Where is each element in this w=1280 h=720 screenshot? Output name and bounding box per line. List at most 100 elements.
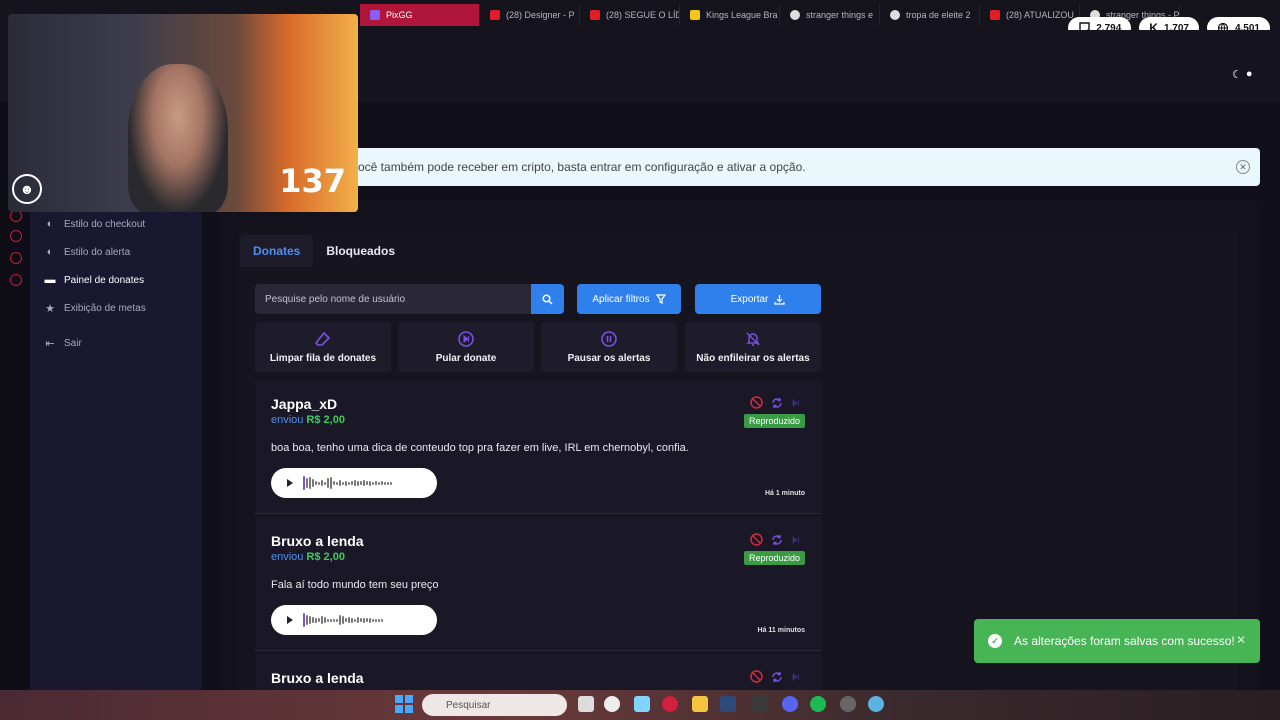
export-button[interactable]: Exportar (695, 284, 821, 314)
action-label: Limpar fila de donates (269, 352, 377, 364)
close-icon[interactable]: ✕ (1236, 160, 1250, 174)
rail-home-icon[interactable] (10, 252, 22, 264)
tab-strip: PixGG (28) Designer - P (28) SEGUE O LÍD… (360, 4, 1180, 26)
tab-title: stranger things e (806, 10, 874, 20)
clear-queue-button[interactable]: Limpar fila de donates (255, 322, 391, 372)
donate-sent: enviou R$ 2,00 (271, 551, 345, 563)
donor-name: Bruxo a lenda (271, 533, 364, 549)
apply-filters-button[interactable]: Aplicar filtros (577, 284, 681, 314)
browser-tab[interactable]: (28) SEGUE O LÍD (580, 4, 680, 26)
sidebar-item-alert-style[interactable]: ◐ Estilo do alerta (44, 246, 130, 258)
block-icon[interactable] (750, 396, 763, 409)
palette-icon: ◐ (46, 246, 54, 258)
folder-icon[interactable] (692, 696, 708, 712)
bell-off-icon (746, 331, 760, 346)
settings-icon[interactable] (840, 696, 856, 712)
browser-tab[interactable]: tropa de eleite 2 (880, 4, 980, 26)
sidebar-item-checkout-style[interactable]: ◐ Estilo do checkout (44, 218, 146, 230)
windows-start-icon[interactable] (395, 695, 413, 713)
channel-logo-icon: ☻ (12, 174, 42, 204)
replay-icon[interactable] (771, 534, 783, 546)
donate-time: Há 1 minuto (764, 490, 805, 497)
spotify-icon[interactable] (810, 696, 826, 712)
theme-toggle[interactable]: ☾ ● (1232, 66, 1260, 82)
cash-icon: ▬ (44, 274, 56, 286)
sidebar-item-goals[interactable]: ★ Exibição de metas (44, 302, 146, 315)
audio-player[interactable] (271, 605, 437, 635)
status-badge: Reproduzido (743, 414, 805, 428)
steam-icon[interactable] (720, 696, 736, 712)
toggle-knob-icon: ● (1245, 68, 1253, 80)
sent-label: enviou (271, 551, 304, 563)
moon-icon: ☾ (1232, 68, 1242, 81)
close-icon[interactable]: ✕ (1236, 633, 1246, 647)
donate-amount: R$ 2,00 (306, 414, 345, 426)
replay-icon[interactable] (771, 397, 783, 409)
browser-tab-pixgg[interactable]: PixGG (360, 4, 480, 26)
sidebar-item-label: Exibição de metas (64, 302, 146, 314)
search-icon (542, 293, 553, 305)
sent-label: enviou (271, 414, 304, 426)
no-queue-alerts-button[interactable]: Não enfileirar os alertas (685, 322, 821, 372)
browser-tab[interactable]: (28) ATUALIZOU (980, 4, 1080, 26)
file-explorer-icon[interactable] (578, 696, 594, 712)
tab-donates[interactable]: Donates (240, 235, 314, 267)
donate-tabs: Donates Bloqueados (240, 235, 408, 267)
donate-sent: enviou R$ 2,00 (271, 414, 345, 426)
opera-gx-icon[interactable] (662, 696, 678, 712)
discord-icon[interactable] (782, 696, 798, 712)
skip-small-icon[interactable] (791, 398, 801, 408)
tab-title: Kings League Bra (706, 10, 778, 20)
google-icon (790, 10, 800, 20)
app-icon[interactable] (604, 696, 620, 712)
action-label: Pular donate (435, 352, 497, 364)
search-input[interactable]: Pesquise pelo nome de usuário (255, 284, 531, 314)
download-icon (774, 294, 785, 305)
block-icon[interactable] (750, 533, 763, 546)
browser-icon[interactable] (868, 696, 884, 712)
status-badge: Reproduzido (743, 551, 805, 565)
audio-player[interactable] (271, 468, 437, 498)
tab-title: (28) ATUALIZOU (1006, 10, 1074, 20)
sidebar-item-logout[interactable]: ⇤ Sair (44, 337, 82, 350)
palette-icon: ◐ (46, 218, 54, 230)
youtube-icon (490, 10, 500, 20)
tab-blocked[interactable]: Bloqueados (313, 235, 408, 267)
pause-icon (601, 330, 617, 347)
replay-icon[interactable] (771, 671, 783, 683)
donate-actions (750, 670, 801, 683)
waveform (303, 476, 392, 490)
browser-tab[interactable]: Kings League Bra (680, 4, 780, 26)
tab-title: (28) Designer - P (506, 10, 575, 20)
sidebar-item-donate-panel[interactable]: ▬ Painel de donates (44, 274, 145, 286)
google-icon (890, 10, 900, 20)
skip-small-icon[interactable] (791, 535, 801, 545)
rail-history-icon[interactable] (10, 230, 22, 242)
sidebar-item-label: Sair (64, 337, 82, 349)
play-icon[interactable] (287, 479, 293, 487)
pixgg-favicon-icon (370, 10, 380, 20)
toast-text: As alterações foram salvas com sucesso! (1014, 634, 1235, 648)
filter-icon (655, 294, 666, 304)
play-icon[interactable] (287, 616, 293, 624)
donate-item: Bruxo a lenda (255, 654, 821, 690)
browser-tab[interactable]: stranger things e (780, 4, 880, 26)
xbox-icon[interactable] (752, 696, 768, 712)
action-label: Pausar os alertas (567, 352, 651, 364)
skip-small-icon[interactable] (791, 672, 801, 682)
skip-icon (458, 330, 474, 347)
check-icon: ✓ (988, 634, 1002, 648)
taskbar-search[interactable]: Pesquisar (422, 694, 567, 716)
rail-settings-icon[interactable] (10, 274, 22, 286)
eraser-icon (315, 331, 331, 346)
search-button[interactable] (531, 284, 564, 314)
donate-item: Jappa_xD enviou R$ 2,00 Reproduzido boa b… (255, 380, 821, 514)
browser-tab[interactable]: (28) Designer - P (480, 4, 580, 26)
block-icon[interactable] (750, 670, 763, 683)
skip-donate-button[interactable]: Pular donate (398, 322, 534, 372)
pause-alerts-button[interactable]: Pausar os alertas (541, 322, 677, 372)
donate-amount: R$ 2,00 (306, 551, 345, 563)
copilot-icon[interactable] (634, 696, 650, 712)
donor-name: Jappa_xD (271, 396, 338, 412)
streamer-video (128, 64, 228, 212)
